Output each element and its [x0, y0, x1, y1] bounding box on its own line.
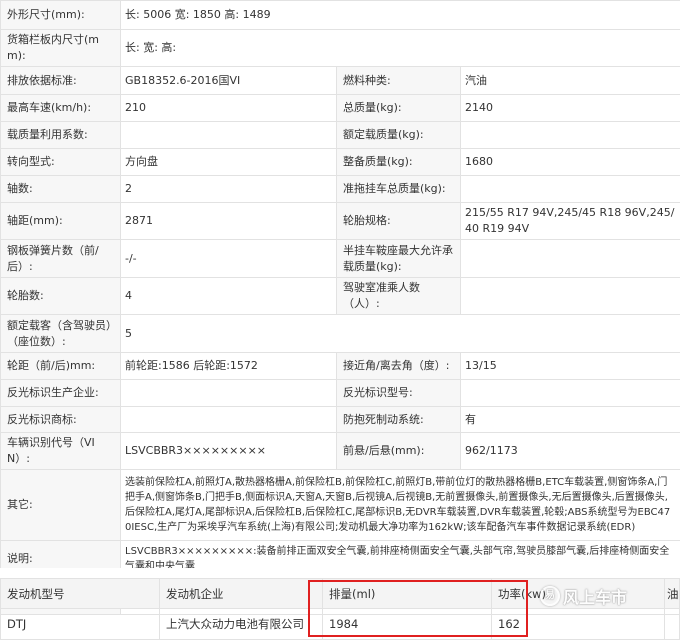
spec-label: 燃料种类:: [336, 66, 461, 95]
cell-displacement: 1984: [322, 608, 492, 640]
spec-label: 额定载质量(kg):: [336, 121, 461, 149]
spec-value: LSVCBBR3×××××××××: [120, 432, 337, 470]
spec-label: 整备质量(kg):: [336, 148, 461, 176]
spec-label: 车辆识别代号（VIN）:: [0, 432, 121, 470]
spec-label: 轮胎数:: [0, 277, 121, 315]
spec-row-load-factor: 载质量利用系数: 额定载质量(kg):: [0, 121, 680, 149]
header-displacement: 排量(ml): [322, 578, 492, 609]
spec-row-reflective-maker: 反光标识生产企业: 反光标识型号:: [0, 379, 680, 407]
spec-value: [460, 239, 680, 278]
spec-label: 钢板弹簧片数（前/后）:: [0, 239, 121, 278]
engine-table: 发动机型号 发动机企业 排量(ml) 功率(kw) 油耗 DTJ 上汽大众动力电…: [0, 578, 680, 640]
spec-value: 汽油: [460, 66, 680, 95]
spec-row-other: 其它: 选装前保险杠A,前照灯A,散热器格栅A,前保险杠B,前保险杠C,前照灯B…: [0, 469, 680, 541]
spec-row-tires: 轮胎数: 4 驾驶室准乘人数（人）:: [0, 277, 680, 315]
spec-value: 长: 宽: 高:: [120, 29, 680, 67]
spec-value: 215/55 R17 94V,245/45 R18 96V,245/40 R19…: [460, 202, 680, 240]
cell-engine-model: DTJ: [0, 608, 160, 640]
spec-value: -/-: [120, 239, 337, 278]
spec-value: 2: [120, 175, 337, 203]
spec-value: [460, 379, 680, 407]
spec-label: 准拖挂车总质量(kg):: [336, 175, 461, 203]
spec-label: 反光标识型号:: [336, 379, 461, 407]
spec-label: 载质量利用系数:: [0, 121, 121, 149]
spec-value: 4: [120, 277, 337, 315]
spec-value: 2140: [460, 94, 680, 122]
spec-row-dimensions: 外形尺寸(mm): 长: 5006 宽: 1850 高: 1489: [0, 0, 680, 30]
header-engine-model: 发动机型号: [0, 578, 160, 609]
spec-label: 转向型式:: [0, 148, 121, 176]
spec-label: 轴数:: [0, 175, 121, 203]
spec-value: 13/15: [460, 352, 680, 380]
spec-value: [120, 121, 337, 149]
spec-label: 排放依据标准:: [0, 66, 121, 95]
spec-value: 962/1173: [460, 432, 680, 470]
spec-label: 驾驶室准乘人数（人）:: [336, 277, 461, 315]
spec-label: 前悬/后悬(mm):: [336, 432, 461, 470]
engine-table-row: DTJ 上汽大众动力电池有限公司 1984 162: [0, 608, 680, 640]
spec-row-steering: 转向型式: 方向盘 整备质量(kg): 1680: [0, 148, 680, 176]
spec-label: 外形尺寸(mm):: [0, 0, 121, 30]
spec-value: 前轮距:1586 后轮距:1572: [120, 352, 337, 380]
spec-row-axles: 轴数: 2 准拖挂车总质量(kg):: [0, 175, 680, 203]
spec-value: [120, 406, 337, 433]
engine-table-header: 发动机型号 发动机企业 排量(ml) 功率(kw) 油耗: [0, 578, 680, 609]
spec-row-cargo-box: 货箱栏板内尺寸(mm): 长: 宽: 高:: [0, 29, 680, 67]
spec-value: 有: [460, 406, 680, 433]
spec-label: 最高车速(km/h):: [0, 94, 121, 122]
spec-label: 接近角/离去角（度）:: [336, 352, 461, 380]
header-engine-company: 发动机企业: [159, 578, 323, 609]
vehicle-spec-table: 外形尺寸(mm): 长: 5006 宽: 1850 高: 1489 货箱栏板内尺…: [0, 0, 680, 615]
spec-label: 反光标识生产企业:: [0, 379, 121, 407]
spec-label: 反光标识商标:: [0, 406, 121, 433]
spec-row-emission: 排放依据标准: GB18352.6-2016国VI 燃料种类: 汽油: [0, 66, 680, 95]
spec-row-seats: 额定载客（含驾驶员）（座位数）: 5: [0, 314, 680, 353]
spec-row-max-speed: 最高车速(km/h): 210 总质量(kg): 2140: [0, 94, 680, 122]
spec-label: 总质量(kg):: [336, 94, 461, 122]
spec-label: 货箱栏板内尺寸(mm):: [0, 29, 121, 67]
spec-value: GB18352.6-2016国VI: [120, 66, 337, 95]
spec-value: [460, 175, 680, 203]
spec-row-leaf-springs: 钢板弹簧片数（前/后）: -/- 半挂车鞍座最大允许承载质量(kg):: [0, 239, 680, 278]
spec-value: 1680: [460, 148, 680, 176]
spec-label: 轴距(mm):: [0, 202, 121, 240]
spec-value: 选装前保险杠A,前照灯A,散热器格栅A,前保险杠B,前保险杠C,前照灯B,带前位…: [120, 469, 680, 541]
header-power: 功率(kw): [491, 578, 665, 609]
spec-value: 方向盘: [120, 148, 337, 176]
spec-value: 210: [120, 94, 337, 122]
header-fuel-consumption: 油耗: [664, 578, 680, 609]
spec-label: 其它:: [0, 469, 121, 541]
cell-power: 162: [491, 608, 665, 640]
spec-value: 长: 5006 宽: 1850 高: 1489: [120, 0, 680, 30]
spec-value: 5: [120, 314, 680, 353]
cell-fuel-consumption: [664, 608, 680, 640]
spec-row-wheelbase: 轴距(mm): 2871 轮胎规格: 215/55 R17 94V,245/45…: [0, 202, 680, 240]
spec-label: 额定载客（含驾驶员）（座位数）:: [0, 314, 121, 353]
spec-value: [120, 379, 337, 407]
spec-label: 防抱死制动系统:: [336, 406, 461, 433]
spec-row-vin: 车辆识别代号（VIN）: LSVCBBR3××××××××× 前悬/后悬(mm)…: [0, 432, 680, 470]
cell-engine-company: 上汽大众动力电池有限公司: [159, 608, 323, 640]
spec-label: 轮胎规格:: [336, 202, 461, 240]
spec-value: 2871: [120, 202, 337, 240]
spec-row-reflective-brand: 反光标识商标: 防抱死制动系统: 有: [0, 406, 680, 433]
spec-value: [460, 277, 680, 315]
spec-row-track: 轮距（前/后)mm: 前轮距:1586 后轮距:1572 接近角/离去角（度）:…: [0, 352, 680, 380]
section-gap: [0, 568, 680, 578]
spec-label: 半挂车鞍座最大允许承载质量(kg):: [336, 239, 461, 278]
spec-label: 轮距（前/后)mm:: [0, 352, 121, 380]
spec-value: [460, 121, 680, 149]
